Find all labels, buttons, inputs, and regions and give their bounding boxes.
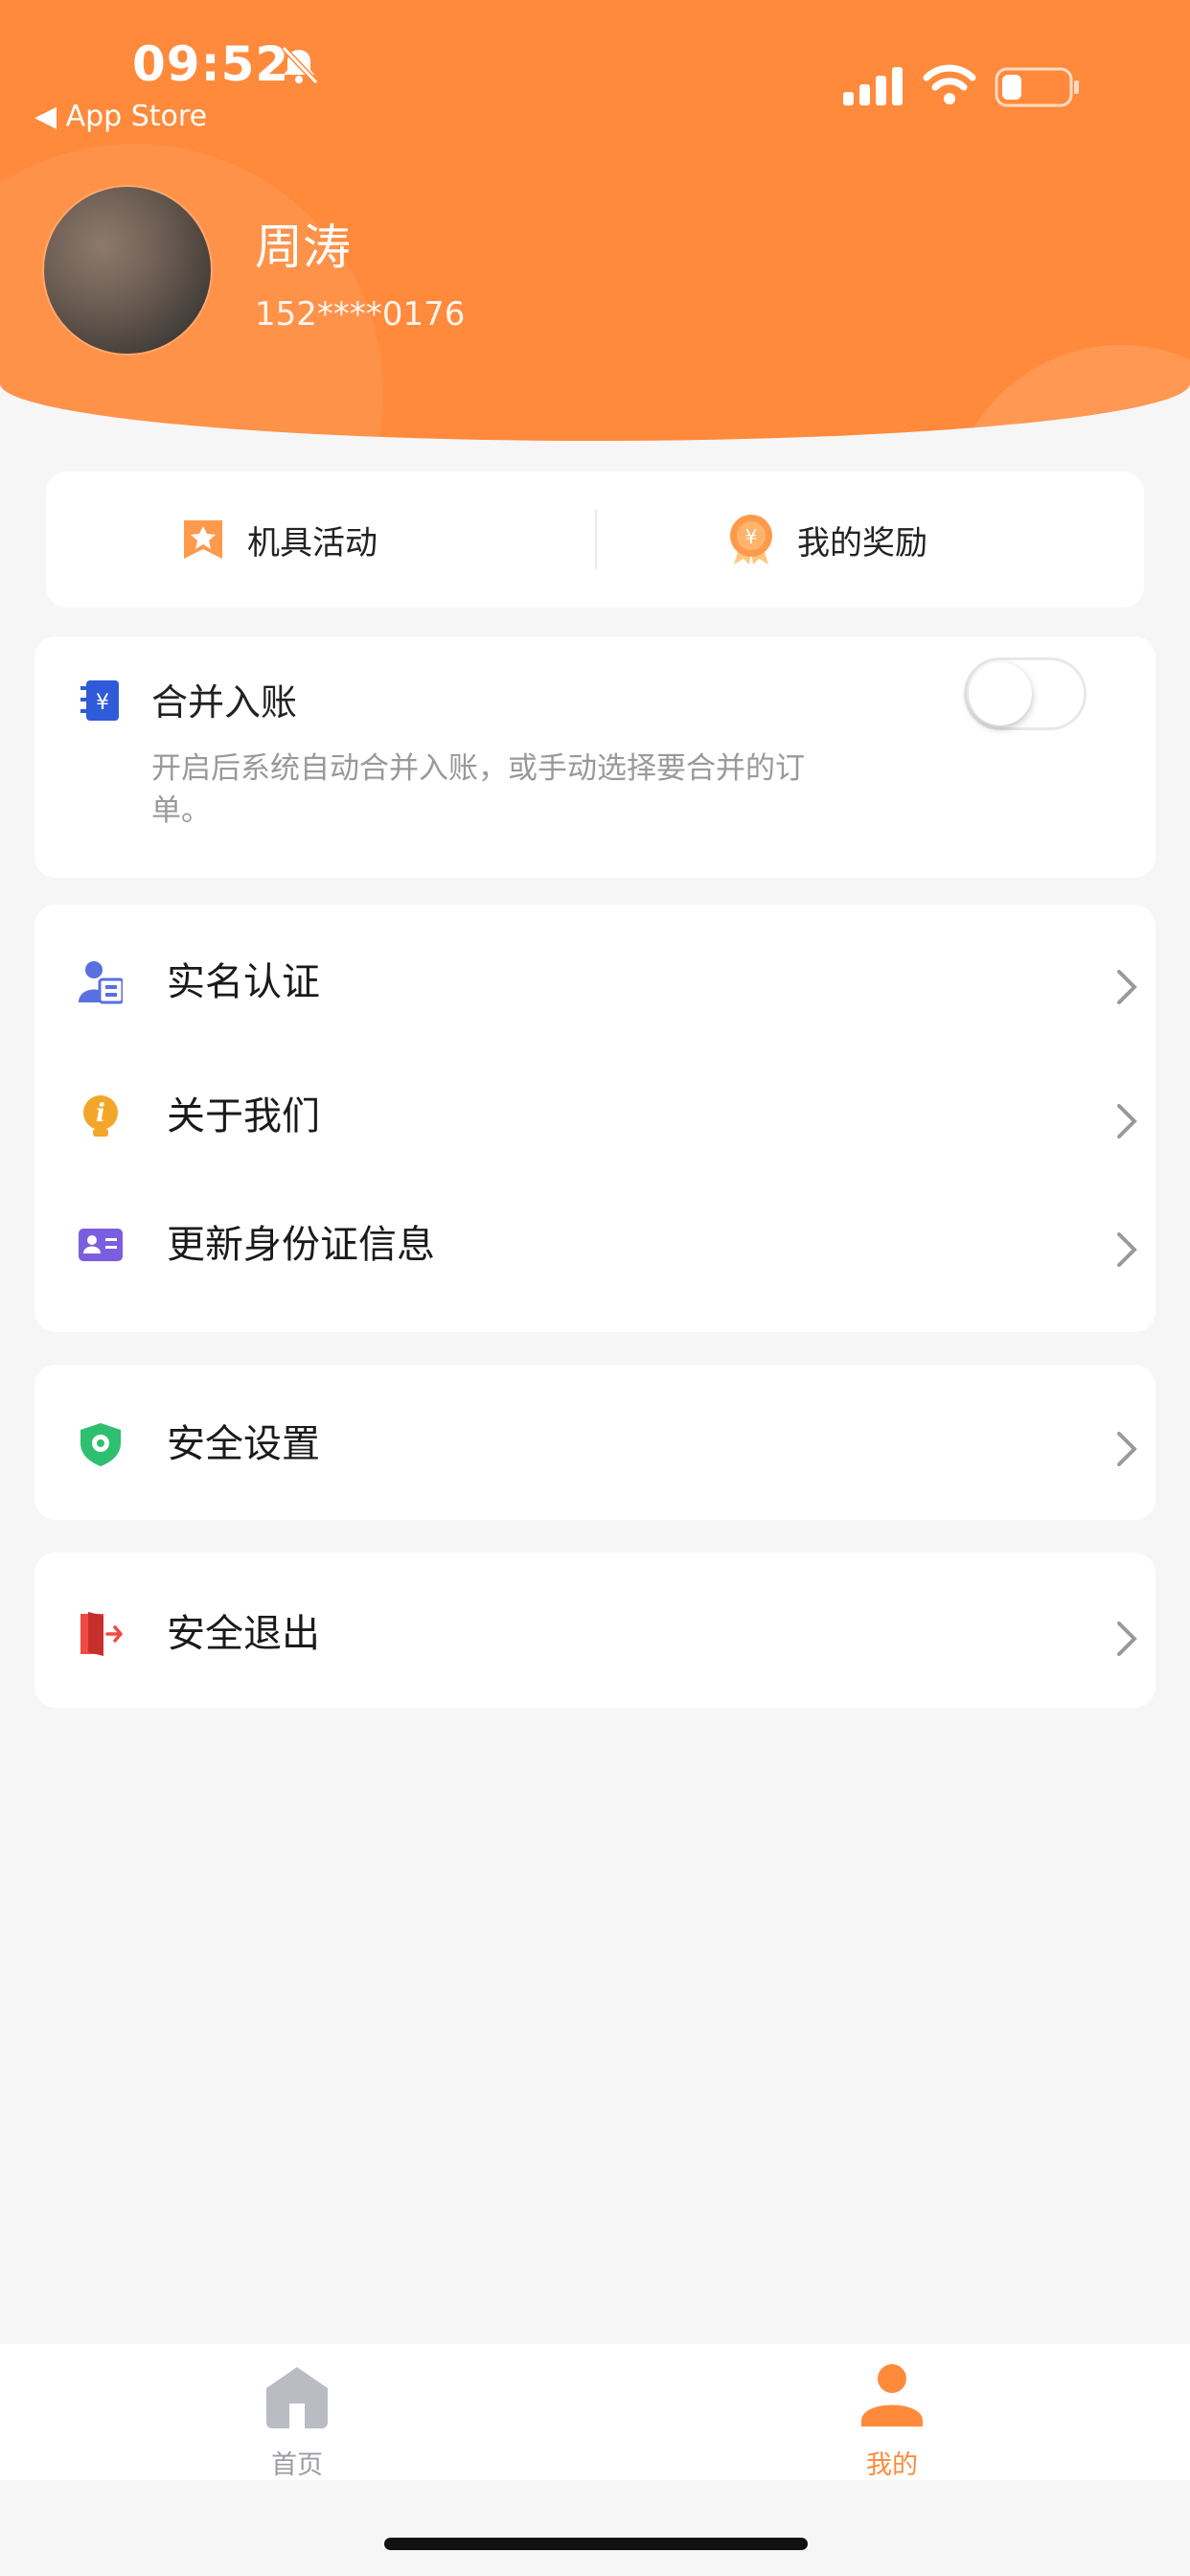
menu-item-label: 更新身份证信息 <box>167 1223 435 1267</box>
menu-item-label: 安全退出 <box>167 1612 320 1656</box>
toggle-knob <box>969 662 1032 725</box>
account-menu-card: 实名认证 i 关于我们 更新身份证信息 <box>34 905 1156 1332</box>
wifi-icon <box>923 64 976 104</box>
device-activity-label: 机具活动 <box>247 523 378 563</box>
header-decoration <box>949 345 1190 441</box>
menu-item-real-name-auth[interactable]: 实名认证 <box>34 914 1156 1048</box>
id-card-icon <box>79 1229 123 1261</box>
bell-off-icon <box>281 45 319 85</box>
cellular-signal-icon <box>843 67 903 105</box>
merge-account-card: ¥ 合并入账 开启后系统自动合并入账，或手动选择要合并的订单。 <box>34 636 1156 878</box>
quick-actions-card: 机具活动 ¥ 我的奖励 <box>46 472 1144 608</box>
home-icon <box>266 2367 328 2428</box>
back-to-app-store[interactable]: ◀ App Store <box>34 100 207 133</box>
logout-menu-card: 安全退出 <box>34 1552 1156 1708</box>
user-avatar[interactable] <box>44 187 211 354</box>
menu-item-about-us[interactable]: i 关于我们 <box>34 1048 1156 1183</box>
status-time: 09:52 <box>132 36 290 92</box>
menu-item-security-settings[interactable]: 安全设置 <box>34 1376 1156 1510</box>
info-bulb-icon: i <box>83 1095 118 1137</box>
bottom-tab-bar: 首页 我的 <box>0 2344 1190 2480</box>
exit-door-icon <box>80 1612 123 1656</box>
user-phone: 152****0176 <box>255 295 466 334</box>
chevron-right-icon <box>1117 970 1137 1004</box>
tab-home-label: 首页 <box>271 2450 323 2480</box>
divider <box>595 510 597 569</box>
merge-account-title: 合并入账 <box>151 681 298 724</box>
user-id-icon <box>79 961 123 1004</box>
merge-account-toggle[interactable] <box>964 657 1087 730</box>
security-menu-card: 安全设置 <box>34 1365 1156 1520</box>
tab-home[interactable]: 首页 <box>201 2344 393 2480</box>
menu-item-logout[interactable]: 安全退出 <box>34 1566 1156 1700</box>
menu-item-label: 关于我们 <box>167 1094 320 1138</box>
merge-account-icon: ¥ <box>80 680 119 721</box>
star-flag-icon <box>184 520 222 559</box>
chevron-right-icon <box>1117 1622 1137 1656</box>
chevron-right-icon <box>1117 1104 1137 1138</box>
svg-text:i: i <box>96 1099 105 1128</box>
device-activity-button[interactable]: 机具活动 <box>180 472 378 608</box>
menu-item-label: 安全设置 <box>167 1422 320 1466</box>
chevron-right-icon <box>1117 1432 1137 1466</box>
svg-text:¥: ¥ <box>745 525 758 548</box>
merge-account-description: 开启后系统自动合并入账，或手动选择要合并的订单。 <box>151 751 805 828</box>
svg-text:¥: ¥ <box>96 691 109 715</box>
chevron-right-icon <box>1117 1232 1137 1267</box>
menu-item-update-id-card[interactable]: 更新身份证信息 <box>34 1177 1156 1311</box>
my-rewards-label: 我的奖励 <box>797 523 927 563</box>
shield-gear-icon <box>80 1423 121 1466</box>
reward-medal-icon: ¥ <box>730 515 772 564</box>
profile-icon <box>861 2364 923 2426</box>
tab-mine[interactable]: 我的 <box>796 2344 988 2480</box>
my-rewards-button[interactable]: ¥ 我的奖励 <box>726 472 927 608</box>
user-name: 周涛 <box>255 219 351 275</box>
battery-icon <box>995 67 1079 107</box>
home-indicator <box>384 2538 808 2550</box>
menu-item-label: 实名认证 <box>167 960 320 1004</box>
tab-mine-label: 我的 <box>866 2450 918 2480</box>
